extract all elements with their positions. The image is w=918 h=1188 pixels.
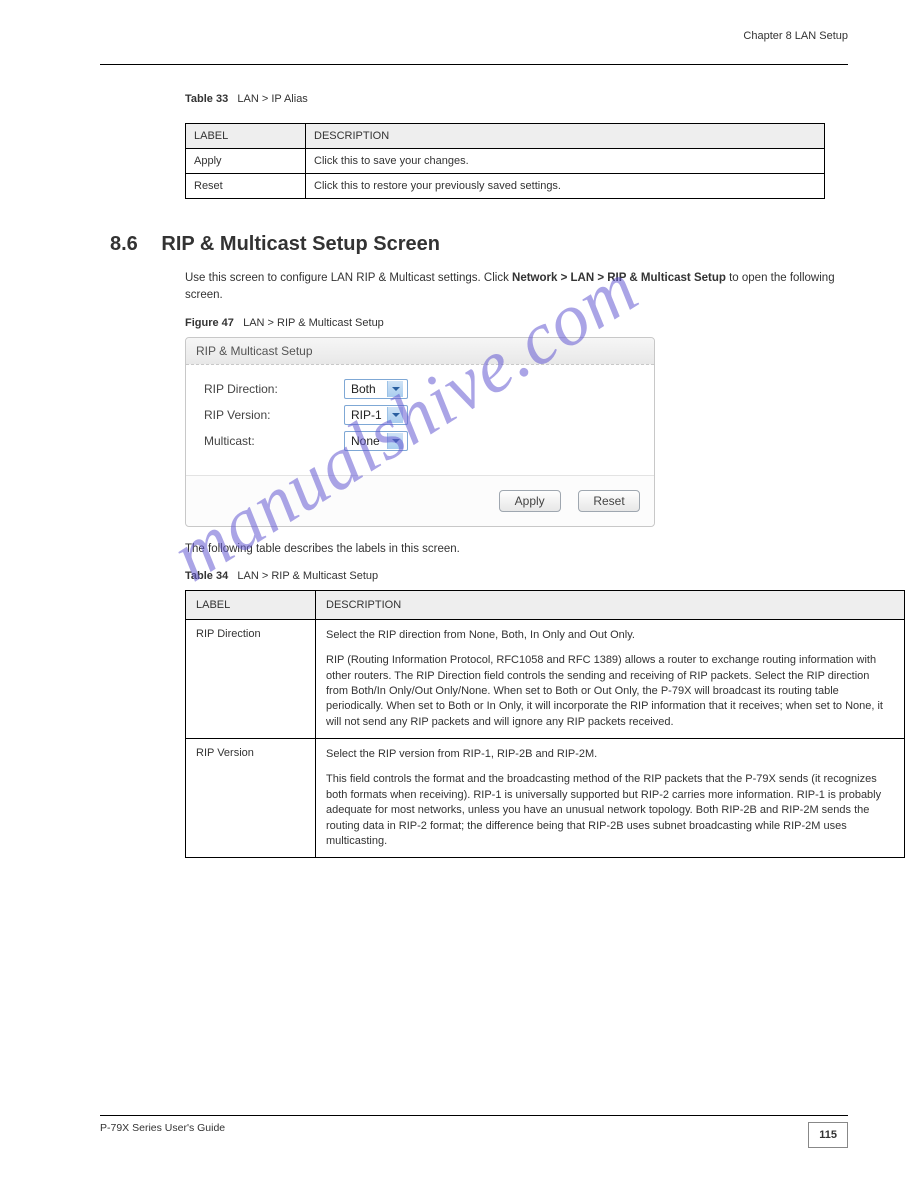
table2-r1-p2: This field controls the format and the b… [326,772,894,849]
table2-r0-p2: RIP (Routing Information Protocol, RFC10… [326,653,894,730]
table2-r1-p1: Select the RIP version from RIP-1, RIP-2… [326,747,894,762]
header-rule [100,64,848,65]
figure-caption-prefix: Figure 47 [185,317,234,329]
table1: LABEL DESCRIPTION Apply Click this to sa… [185,123,825,199]
chevron-down-icon [387,407,403,423]
table1-caption-prefix: Table 33 [185,93,228,105]
table2-caption-prefix: Table 34 [185,570,228,582]
rip-direction-value: Both [351,382,376,396]
footer-rule [100,1115,848,1116]
footer-left: P-79X Series User's Guide [100,1122,225,1148]
section-number: 8.6 [110,233,138,255]
section-para: Use this screen to configure LAN RIP & M… [185,270,848,305]
rip-version-select[interactable]: RIP-1 [344,405,408,425]
figure-caption-text: LAN > RIP & Multicast Setup [243,317,384,329]
table-row: RIP Version Select the RIP version from … [186,739,905,858]
table2: LABEL DESCRIPTION RIP Direction Select t… [185,590,905,859]
reset-button[interactable]: Reset [578,490,640,512]
table1-caption: Table 33 LAN > IP Alias [185,93,848,105]
panel-title: RIP & Multicast Setup [186,338,654,365]
para-text-a: Use this screen to configure LAN RIP & M… [185,272,512,284]
panel-body: RIP Direction: Both RIP Version: RIP-1 M… [186,365,654,475]
para-text-b: Network > LAN > RIP & Multicast Setup [512,272,726,284]
rip-direction-label: RIP Direction: [204,382,344,396]
rip-direction-select[interactable]: Both [344,379,408,399]
panel-button-bar: Apply Reset [186,475,654,526]
table2-r0-desc: Select the RIP direction from None, Both… [316,619,905,738]
table2-caption-text: LAN > RIP & Multicast Setup [237,570,378,582]
table2-r1-desc: Select the RIP version from RIP-1, RIP-2… [316,739,905,858]
figure-caption: Figure 47 LAN > RIP & Multicast Setup [185,317,848,329]
section-title: RIP & Multicast Setup Screen [161,233,440,255]
multicast-label: Multicast: [204,434,344,448]
table1-r1-desc: Click this to restore your previously sa… [306,174,825,199]
rip-version-label: RIP Version: [204,408,344,422]
chevron-down-icon [387,433,403,449]
page-number: 115 [808,1122,848,1148]
rip-version-value: RIP-1 [351,408,382,422]
table1-h-desc: DESCRIPTION [306,124,825,149]
table1-h-label: LABEL [186,124,306,149]
page-content: Chapter 8 LAN Setup Table 33 LAN > IP Al… [0,0,918,898]
multicast-select[interactable]: None [344,431,408,451]
table2-r0-p1: Select the RIP direction from None, Both… [326,628,894,643]
table-row: Reset Click this to restore your previou… [186,174,825,199]
multicast-row: Multicast: None [204,431,636,451]
table2-h-label: LABEL [186,590,316,619]
multicast-value: None [351,434,380,448]
rip-multicast-panel: RIP & Multicast Setup RIP Direction: Bot… [185,337,655,527]
table2-h-desc: DESCRIPTION [316,590,905,619]
rip-version-row: RIP Version: RIP-1 [204,405,636,425]
chevron-down-icon [387,381,403,397]
table-row: RIP Direction Select the RIP direction f… [186,619,905,738]
table1-caption-text: LAN > IP Alias [237,93,307,105]
table-row: Apply Click this to save your changes. [186,149,825,174]
table2-caption: Table 34 LAN > RIP & Multicast Setup [185,570,848,582]
table2-r0-label: RIP Direction [186,619,316,738]
chapter-header: Chapter 8 LAN Setup [100,30,848,42]
page-footer: P-79X Series User's Guide 115 [100,1115,848,1148]
section-heading: 8.6 RIP & Multicast Setup Screen [110,233,848,256]
table2-intro: The following table describes the labels… [185,541,848,558]
rip-direction-row: RIP Direction: Both [204,379,636,399]
table1-r0-desc: Click this to save your changes. [306,149,825,174]
table2-r1-label: RIP Version [186,739,316,858]
table1-r1-label: Reset [186,174,306,199]
table1-r0-label: Apply [186,149,306,174]
apply-button[interactable]: Apply [499,490,561,512]
